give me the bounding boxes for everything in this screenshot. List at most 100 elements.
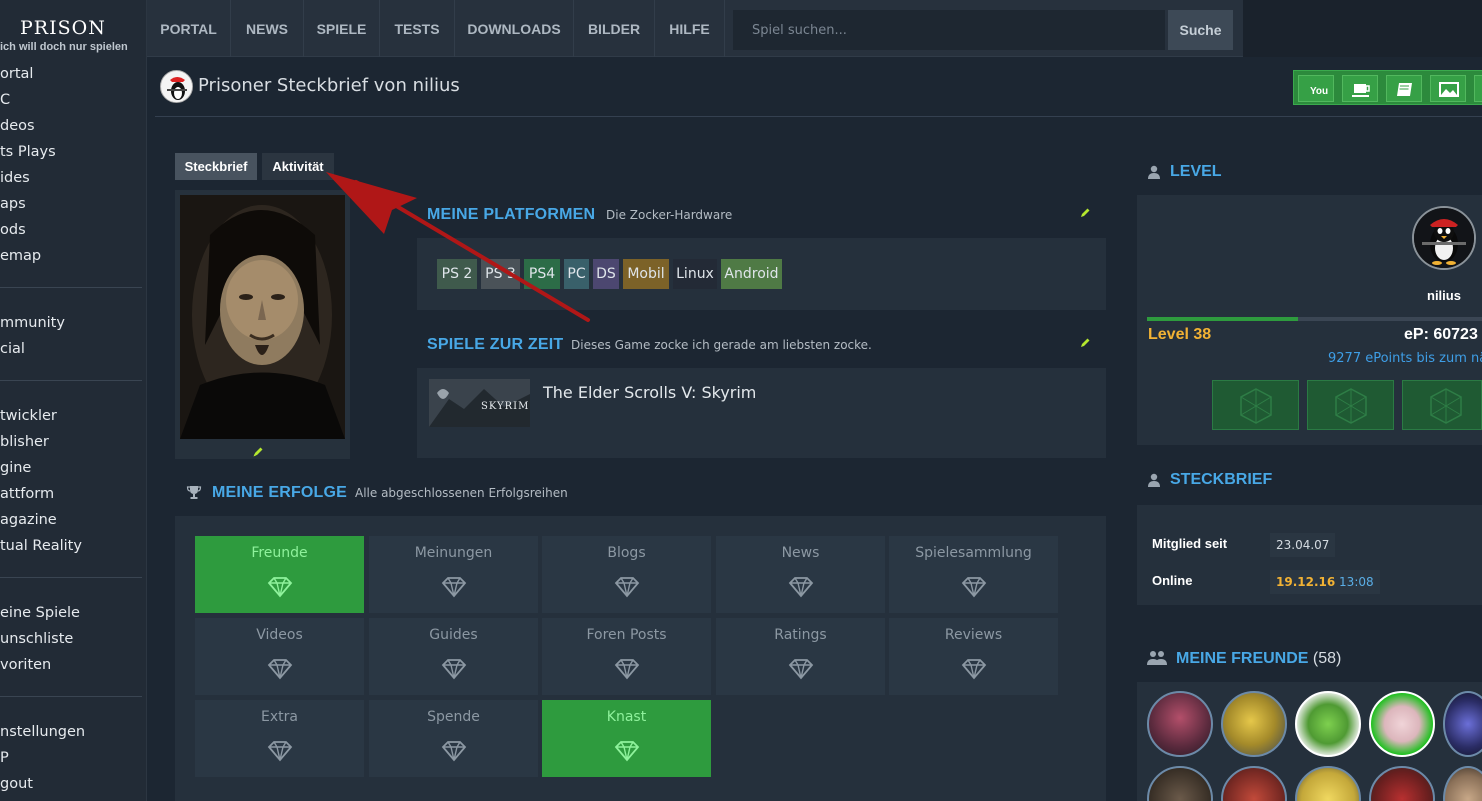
platform-badge[interactable]: PS 2 [437,259,477,289]
online-value: 19.12.16 13:08 [1270,570,1380,594]
achievement-tile[interactable]: Guides [369,618,538,695]
level-username[interactable]: nilius [1427,288,1461,303]
sidebar-item-publisher[interactable]: blisher [0,429,147,455]
achievement-tile[interactable]: Spielesammlung [889,536,1058,613]
platform-badge[interactable]: Mobil [623,259,669,289]
achievement-label: Ratings [774,627,827,643]
diamond-icon [267,740,293,762]
sidebar-item-lets-plays[interactable]: ts Plays [0,139,147,165]
nav-tab-hilfe[interactable]: HILFE [655,0,725,57]
sidebar-item-videos[interactable]: deos [0,113,147,139]
sidebar-item-magazine[interactable]: agazine [0,507,147,533]
skyrim-thumbnail[interactable]: SKYRIM [429,379,530,427]
achievement-tile[interactable]: Blogs [542,536,711,613]
profile-photo[interactable] [180,195,345,439]
achievement-tile[interactable]: Spende [369,700,538,777]
search-input[interactable] [733,10,1165,50]
friends-title: MEINE FREUNDE (58) [1176,650,1341,668]
person-portrait-image [180,195,345,439]
sidebar-item-wunschliste[interactable]: unschliste [0,626,147,652]
friend-avatar[interactable] [1369,691,1435,757]
friend-avatar[interactable] [1295,691,1361,757]
platform-badge[interactable]: Linux [673,259,717,289]
user-icon [1147,472,1161,487]
steckbrief-title: STECKBRIEF [1170,471,1273,488]
sidebar-item-portal[interactable]: ortal [0,61,147,87]
level-avatar[interactable] [1412,206,1476,270]
sidebar-item-vip[interactable]: P [0,745,147,771]
sidebar-item-entwickler[interactable]: twickler [0,403,147,429]
nav-tab-news[interactable]: NEWS [231,0,304,57]
achievement-tile[interactable]: News [716,536,885,613]
member-since-label: Mitglied seit [1152,536,1228,551]
platform-badge[interactable]: PS 3 [481,259,520,289]
trophy-icon [186,484,202,500]
achievement-tile[interactable]: Extra [195,700,364,777]
sidebar-item-meine-spiele[interactable]: eine Spiele [0,600,147,626]
online-label: Online [1152,573,1193,588]
achievement-label: Spielesammlung [915,545,1032,561]
current-game-title[interactable]: The Elder Scrolls V: Skyrim [543,383,756,402]
platform-badge[interactable]: PS4 [524,259,560,289]
site-logo[interactable]: PRISON ich will doch nur spielen [0,18,128,53]
user-icon [1147,164,1161,179]
sidebar-item-favoriten[interactable]: voriten [0,652,147,678]
header-avatar[interactable] [160,70,193,103]
platform-badge[interactable]: DS [593,259,619,289]
friends-count: (58) [1312,650,1342,667]
nav-tab-bilder[interactable]: BILDER [574,0,655,57]
achievement-tile[interactable]: Ratings [716,618,885,695]
achievement-tile[interactable]: Reviews [889,618,1058,695]
badge-slot[interactable] [1307,380,1394,430]
sidebar-item-maps[interactable]: aps [0,191,147,217]
coffee-cup-icon[interactable] [1342,75,1378,102]
edit-platforms-pencil-icon[interactable] [1079,207,1091,219]
sidebar-group-main: ortal C deos ts Plays ides aps ods emap [0,61,147,269]
achievement-tile[interactable]: Knast [542,700,711,777]
friend-avatar[interactable] [1221,691,1287,757]
sidebar-item-logout[interactable]: gout [0,771,147,797]
sidebar-item-pc[interactable]: C [0,87,147,113]
sidebar-item-mods[interactable]: ods [0,217,147,243]
achievement-tile[interactable]: Foren Posts [542,618,711,695]
search-button[interactable]: Suche [1168,10,1233,50]
achievement-tile[interactable]: Videos [195,618,364,695]
friend-avatar[interactable] [1147,691,1213,757]
online-time: 13:08 [1339,575,1374,589]
achievement-tile[interactable]: Meinungen [369,536,538,613]
skyrim-thumb-text: SKYRIM [481,401,529,412]
sidebar-item-virtual-reality[interactable]: tual Reality [0,533,147,559]
platform-badge[interactable]: PC [564,259,589,289]
diamond-icon [788,576,814,598]
achievement-tile[interactable]: Freunde [195,536,364,613]
youtube-icon[interactable]: You [1298,75,1334,102]
tab-aktivitaet[interactable]: Aktivität [262,153,334,180]
level-title: LEVEL [1170,163,1222,180]
sidebar-item-community[interactable]: mmunity [0,310,147,336]
diamond-icon [961,658,987,680]
top-right-area [1243,0,1482,57]
nav-tab-portal[interactable]: PORTAL [147,0,231,57]
book-icon[interactable] [1386,75,1422,102]
edit-photo-pencil-icon[interactable] [252,446,264,458]
edit-games-pencil-icon[interactable] [1079,337,1091,349]
level-ep: eP: 60723 [1404,326,1478,343]
sidebar-item-engine[interactable]: gine [0,455,147,481]
sidebar-item-sitemap[interactable]: emap [0,243,147,269]
image-icon[interactable] [1430,75,1466,102]
badge-slot[interactable] [1212,380,1299,430]
users-group-icon [1147,650,1167,665]
platform-badge[interactable]: Android [721,259,782,289]
hexagon-badge-icon [1335,388,1367,424]
left-sidebar: PRISON ich will doch nur spielen ortal C… [0,0,147,801]
badge-slot[interactable] [1402,380,1482,430]
sidebar-item-einstellungen[interactable]: nstellungen [0,719,147,745]
nav-tab-downloads[interactable]: DOWNLOADS [455,0,574,57]
nav-tab-tests[interactable]: TESTS [380,0,455,57]
nav-tab-spiele[interactable]: SPIELE [304,0,380,57]
document-icon[interactable] [1474,75,1482,102]
sidebar-item-social[interactable]: cial [0,336,147,362]
tab-steckbrief[interactable]: Steckbrief [175,153,257,180]
sidebar-item-plattform[interactable]: attform [0,481,147,507]
sidebar-item-guides[interactable]: ides [0,165,147,191]
